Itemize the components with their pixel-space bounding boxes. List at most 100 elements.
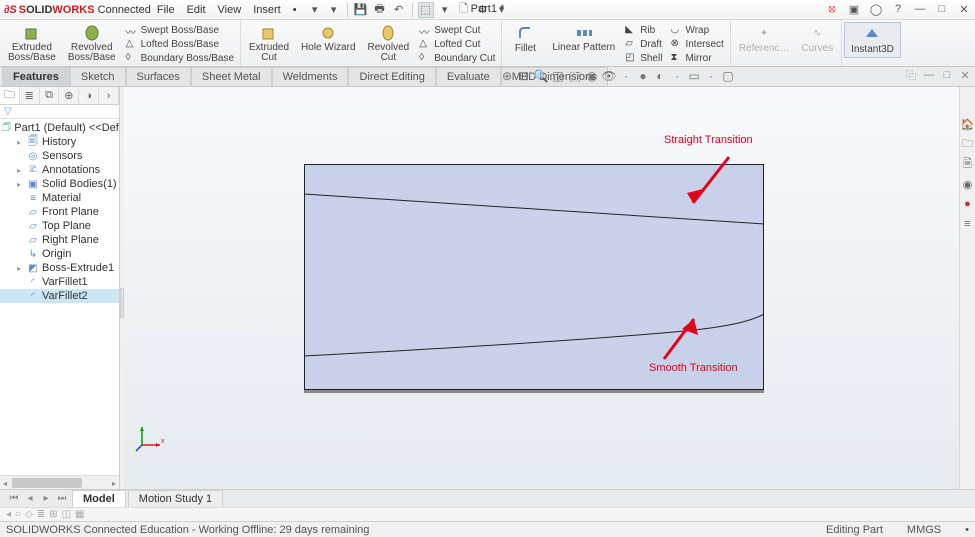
timeline-btn-5[interactable]: ⊞ xyxy=(49,509,57,520)
menu-pin[interactable]: • xyxy=(287,4,303,16)
scroll-left-icon[interactable]: ◂ xyxy=(0,477,10,489)
design-library-icon[interactable]: 🗀 xyxy=(961,137,975,151)
tree-node[interactable]: ◜VarFillet1 xyxy=(0,275,119,289)
fillet-button[interactable]: Fillet xyxy=(504,22,546,56)
lofted-boss-button[interactable]: △Lofted Boss/Base xyxy=(126,37,234,51)
swept-cut-button[interactable]: 〰Swept Cut xyxy=(419,23,495,37)
linear-pattern-button[interactable]: Linear Pattern xyxy=(546,22,621,55)
tab-last-icon[interactable]: ⏭ xyxy=(54,492,70,506)
doc-maximize-icon[interactable]: □ xyxy=(941,69,953,81)
shell-button[interactable]: ◰Shell xyxy=(625,51,662,65)
timeline-btn-4[interactable]: ≣ xyxy=(37,509,45,520)
select-icon[interactable]: ⬚ xyxy=(418,2,434,18)
hole-wizard-button[interactable]: Hole Wizard xyxy=(295,22,361,55)
menu-file[interactable]: File xyxy=(151,4,181,16)
ruler-icon[interactable]: 🗋 xyxy=(456,2,472,18)
tab-next-icon[interactable]: ▸ xyxy=(38,492,54,506)
tree-node[interactable]: ▸◩Boss-Extrude1 xyxy=(0,261,119,275)
tab-direct-editing[interactable]: Direct Editing xyxy=(348,67,435,86)
tree-node[interactable]: ▱Front Plane xyxy=(0,205,119,219)
user-icon[interactable]: ◯ xyxy=(869,2,883,16)
menu-edit[interactable]: Edit xyxy=(181,4,212,16)
view-settings-icon[interactable]: ▭ xyxy=(687,69,701,83)
tab-motion-study[interactable]: Motion Study 1 xyxy=(128,490,223,507)
timeline-btn-3[interactable]: ◇ xyxy=(25,509,33,520)
undo-icon[interactable]: ↶ xyxy=(391,2,407,18)
help-icon[interactable]: ? xyxy=(891,2,905,16)
tab-evaluate[interactable]: Evaluate xyxy=(436,67,501,86)
compass-icon[interactable]: ⦻ xyxy=(825,2,839,16)
hide-show-icon[interactable]: 👁 xyxy=(602,69,616,83)
intersect-button[interactable]: ⊗Intersect xyxy=(670,37,723,51)
timeline-btn-6[interactable]: ◫ xyxy=(62,509,71,520)
fm-tab-display-icon[interactable]: ◑ xyxy=(79,87,99,104)
tab-model[interactable]: Model xyxy=(72,490,126,507)
mirror-button[interactable]: ⧗Mirror xyxy=(670,51,723,65)
close-icon[interactable]: ✕ xyxy=(957,2,971,16)
tree-node[interactable]: ▸🗈Annotations xyxy=(0,163,119,177)
boundary-cut-button[interactable]: ◊Boundary Cut xyxy=(419,51,495,65)
revolved-boss-button[interactable]: Revolved Boss/Base xyxy=(62,22,122,65)
wrap-button[interactable]: ◡Wrap xyxy=(670,23,723,37)
tab-prev-icon[interactable]: ◂ xyxy=(22,492,38,506)
status-extra[interactable]: • xyxy=(965,524,969,536)
render-icon[interactable]: ▢ xyxy=(721,69,735,83)
save-icon[interactable]: 💾 xyxy=(353,2,369,18)
extruded-boss-button[interactable]: Extruded Boss/Base xyxy=(2,22,62,65)
tree-node[interactable]: ▱Top Plane xyxy=(0,219,119,233)
tab-weldments[interactable]: Weldments xyxy=(272,67,349,86)
tree-node[interactable]: ◜VarFillet2 xyxy=(0,289,119,303)
open-icon[interactable]: ▾ xyxy=(326,2,342,18)
tab-sketch[interactable]: Sketch xyxy=(70,67,126,86)
zoom-area-icon[interactable]: ⊡ xyxy=(517,69,531,83)
scroll-right-icon[interactable]: ▸ xyxy=(109,477,119,489)
tab-surfaces[interactable]: Surfaces xyxy=(126,67,191,86)
menu-view[interactable]: View xyxy=(212,4,248,16)
timeline-btn-2[interactable]: ○ xyxy=(15,509,21,520)
zoom-fit-icon[interactable]: ⊕ xyxy=(500,69,514,83)
fm-tab-dim-icon[interactable]: ⊕ xyxy=(59,87,79,104)
reference-geometry-button[interactable]: ✦Referenc… xyxy=(733,22,796,56)
terminal-icon[interactable]: ▣ xyxy=(847,2,861,16)
tree-node[interactable]: ≡Material xyxy=(0,191,119,205)
edit-appearance-icon[interactable]: ● xyxy=(636,69,650,83)
lofted-cut-button[interactable]: △Lofted Cut xyxy=(419,37,495,51)
view-orient-icon[interactable]: ⬚ xyxy=(568,69,582,83)
doc-close-icon[interactable]: ✕ xyxy=(959,69,971,81)
curves-button[interactable]: ∿Curves xyxy=(795,22,839,56)
fm-tab-config-icon[interactable]: ⧉ xyxy=(40,87,60,104)
swept-boss-button[interactable]: 〰Swept Boss/Base xyxy=(126,23,234,37)
resources-icon[interactable]: 🏠 xyxy=(961,117,975,131)
appearances-icon[interactable]: ● xyxy=(961,197,975,211)
tab-first-icon[interactable]: ⏮ xyxy=(6,492,22,506)
tree-node[interactable]: ◎Sensors xyxy=(0,149,119,163)
maximize-icon[interactable]: □ xyxy=(935,2,949,16)
custom-props-icon[interactable]: ≡ xyxy=(961,217,975,231)
view-triad[interactable]: x xyxy=(134,423,164,453)
fm-tab-tree-icon[interactable]: 🗀 xyxy=(0,87,20,104)
display-style-icon[interactable]: ◉ xyxy=(585,69,599,83)
tab-features[interactable]: Features xyxy=(2,67,70,86)
fm-horizontal-scrollbar[interactable]: ◂ ▸ xyxy=(0,475,119,489)
print-icon[interactable]: 🖶 xyxy=(372,2,388,18)
scroll-thumb[interactable] xyxy=(12,478,82,488)
graphics-area[interactable]: Straight Transition Smooth Transition x xyxy=(124,87,959,489)
tree-node[interactable]: ↳Origin xyxy=(0,247,119,261)
rebuild-icon[interactable]: ▾ xyxy=(437,2,453,18)
tree-node[interactable]: ▸▣Solid Bodies(1) xyxy=(0,177,119,191)
rib-button[interactable]: ◣Rib xyxy=(625,23,662,37)
file-explorer-icon[interactable]: 🗎 xyxy=(961,157,975,171)
revolved-cut-button[interactable]: Revolved Cut xyxy=(362,22,416,65)
minimize-icon[interactable]: ― xyxy=(913,2,927,16)
boundary-boss-button[interactable]: ◊Boundary Boss/Base xyxy=(126,51,234,65)
extruded-cut-button[interactable]: Extruded Cut xyxy=(243,22,295,65)
section-view-icon[interactable]: ◫ xyxy=(551,69,565,83)
fm-filter-bar[interactable]: ▽ xyxy=(0,105,119,119)
fm-tab-more-icon[interactable]: › xyxy=(99,87,119,104)
new-doc-icon[interactable]: ▾ xyxy=(307,2,323,18)
timeline-btn-1[interactable]: ◂ xyxy=(6,509,11,520)
tree-node[interactable]: ▱Right Plane xyxy=(0,233,119,247)
instant3d-button[interactable]: Instant3D xyxy=(844,22,901,58)
tree-root[interactable]: 🗇 Part1 (Default) <<Default> xyxy=(0,121,119,135)
doc-restore-icon[interactable]: ⿻ xyxy=(905,69,917,81)
